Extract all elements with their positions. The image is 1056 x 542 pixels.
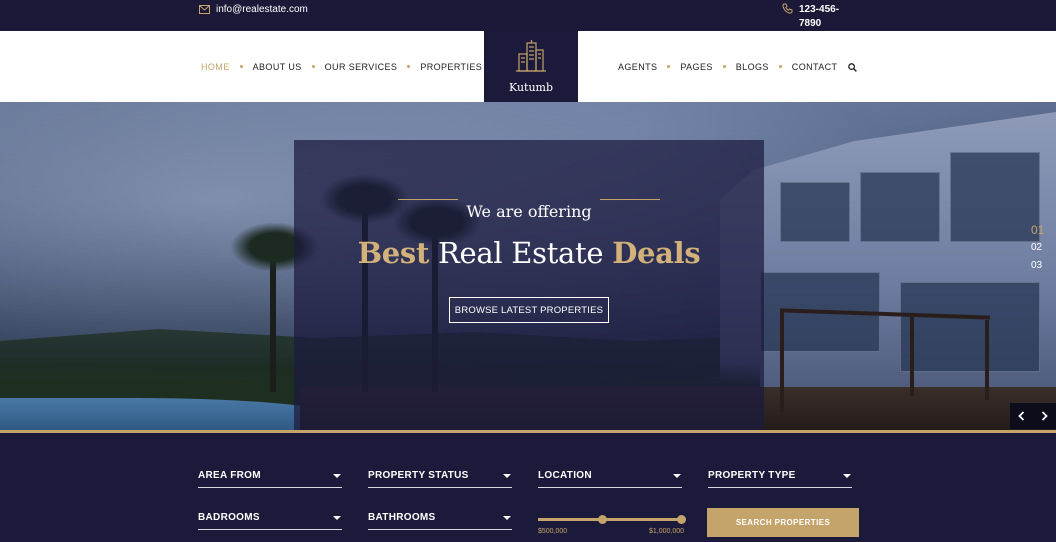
bathrooms-select[interactable]: BATHROOMS bbox=[368, 506, 512, 530]
slide-number[interactable]: 01 bbox=[1031, 221, 1044, 239]
tagline-rule-right bbox=[600, 199, 660, 200]
chevron-down-icon bbox=[333, 515, 341, 520]
nav-item-agents[interactable]: AGENTS bbox=[618, 62, 657, 72]
nav-item-pages[interactable]: PAGES bbox=[657, 62, 712, 72]
building-icon bbox=[516, 39, 546, 77]
nav-item-home[interactable]: HOME bbox=[201, 62, 230, 72]
phone-icon bbox=[782, 3, 793, 14]
search-icon[interactable] bbox=[848, 59, 857, 77]
nav-item-about-us[interactable]: ABOUT US bbox=[230, 62, 302, 72]
slider-arrows bbox=[1010, 403, 1056, 429]
nav-item-label: BLOGS bbox=[735, 61, 769, 72]
bedrooms-label: BADROOMS bbox=[198, 512, 260, 523]
area-from-select[interactable]: AREA FROM bbox=[198, 464, 342, 488]
price-max-handle[interactable] bbox=[677, 515, 686, 524]
property-type-select[interactable]: PROPERTY TYPE bbox=[708, 464, 852, 488]
nav-separator-dot bbox=[722, 65, 726, 68]
nav-item-label: PROPERTIES bbox=[420, 61, 483, 72]
headline-deals: Deals bbox=[612, 236, 701, 270]
nav-menu-left: HOME ABOUT US OUR SERVICES PROPERTIES bbox=[201, 31, 482, 102]
nav-item-label: ABOUT US bbox=[252, 61, 302, 72]
phone-contact[interactable]: 123-456-7890 bbox=[782, 3, 859, 31]
chevron-down-icon bbox=[503, 473, 511, 478]
price-max-label: $1,000,000 bbox=[649, 528, 685, 535]
slide-number[interactable]: 03 bbox=[1031, 257, 1044, 275]
nav-separator-dot bbox=[239, 65, 243, 68]
property-type-label: PROPERTY TYPE bbox=[708, 470, 796, 481]
nav-separator-dot bbox=[407, 65, 411, 68]
property-status-select[interactable]: PROPERTY STATUS bbox=[368, 464, 512, 488]
prev-arrow-icon[interactable] bbox=[1010, 403, 1033, 429]
email-contact[interactable]: info@realestate.com bbox=[199, 4, 308, 15]
logo-text: Kutumb bbox=[508, 80, 554, 94]
price-range-slider[interactable] bbox=[538, 515, 686, 524]
palm-tree bbox=[270, 252, 276, 392]
chevron-down-icon bbox=[673, 473, 681, 478]
browse-properties-button[interactable]: BROWSE LATEST PROPERTIES bbox=[449, 297, 609, 323]
hero-railing-post bbox=[780, 312, 784, 412]
nav-item-blogs[interactable]: BLOGS bbox=[713, 62, 769, 72]
nav-separator-dot bbox=[778, 65, 782, 68]
location-label: LOCATION bbox=[538, 470, 592, 481]
chevron-down-icon bbox=[503, 515, 511, 520]
nav-item-label: CONTACT bbox=[791, 61, 838, 72]
email-text: info@realestate.com bbox=[216, 4, 308, 15]
search-properties-button[interactable]: SEARCH PROPERTIES bbox=[707, 508, 859, 537]
chevron-down-icon bbox=[843, 473, 851, 478]
nav-separator-dot bbox=[311, 65, 315, 68]
bathrooms-label: BATHROOMS bbox=[368, 512, 436, 523]
chevron-down-icon bbox=[333, 473, 341, 478]
hero-railing-post bbox=[985, 320, 989, 400]
nav-item-properties[interactable]: PROPERTIES bbox=[397, 62, 482, 72]
hero-headline: Best Real Estate Deals bbox=[294, 236, 764, 270]
bedrooms-select[interactable]: BADROOMS bbox=[198, 506, 342, 530]
phone-text: 123-456-7890 bbox=[799, 4, 840, 29]
price-min-label: $500,000 bbox=[538, 528, 568, 535]
headline-best: Best bbox=[357, 236, 430, 270]
hero-tagline-wrap: We are offering bbox=[398, 199, 660, 221]
nav-item-our-services[interactable]: OUR SERVICES bbox=[302, 62, 398, 72]
logo[interactable]: Kutumb bbox=[484, 31, 578, 102]
next-arrow-icon[interactable] bbox=[1033, 403, 1056, 429]
nav-menu-right: AGENTS PAGES BLOGS CONTACT bbox=[618, 31, 837, 102]
hero-overlay bbox=[294, 140, 764, 430]
property-search-panel bbox=[0, 433, 1056, 542]
slide-number[interactable]: 02 bbox=[1031, 239, 1044, 257]
headline-real-estate: Real Estate bbox=[437, 236, 604, 270]
location-select[interactable]: LOCATION bbox=[538, 464, 682, 488]
top-bar: info@realestate.com 123-456-7890 bbox=[0, 0, 1056, 31]
hero-railing-post bbox=[910, 316, 914, 396]
nav-item-label: HOME bbox=[201, 61, 230, 72]
price-min-handle[interactable] bbox=[598, 515, 607, 524]
envelope-icon bbox=[199, 5, 210, 14]
nav-item-label: OUR SERVICES bbox=[324, 61, 398, 72]
nav-item-label: AGENTS bbox=[618, 61, 658, 72]
nav-separator-dot bbox=[667, 65, 671, 68]
area-from-label: AREA FROM bbox=[198, 470, 261, 481]
tagline-rule-left bbox=[398, 199, 458, 200]
property-status-label: PROPERTY STATUS bbox=[368, 470, 469, 481]
nav-item-label: PAGES bbox=[680, 61, 713, 72]
nav-item-contact[interactable]: CONTACT bbox=[769, 62, 838, 72]
slide-indicator: 01 02 03 bbox=[1031, 221, 1044, 275]
hero-tagline: We are offering bbox=[466, 202, 592, 221]
